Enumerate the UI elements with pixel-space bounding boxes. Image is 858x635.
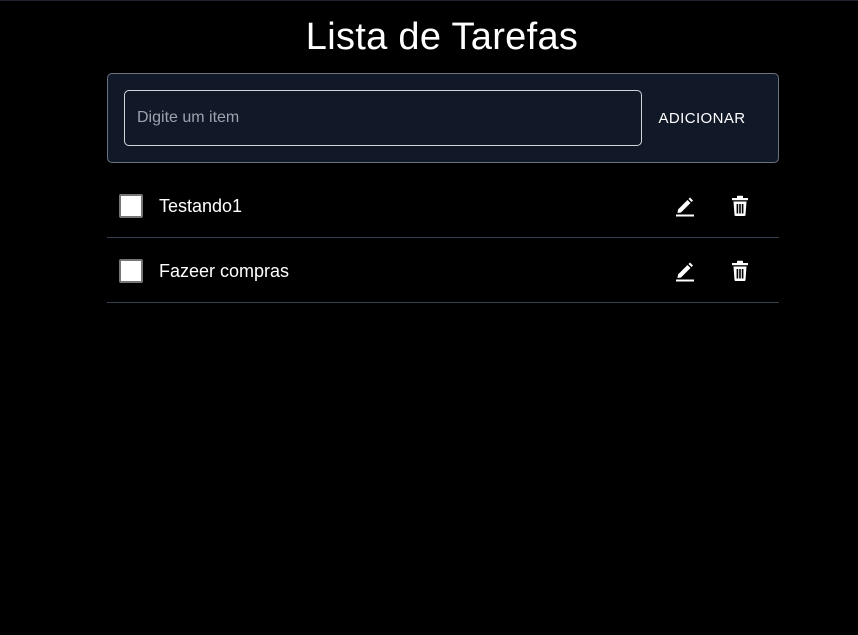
delete-button[interactable] <box>727 193 753 219</box>
task-checkbox[interactable] <box>119 194 143 218</box>
trash-icon <box>732 195 748 216</box>
trash-icon <box>732 260 748 281</box>
pencil-icon <box>676 262 694 282</box>
edit-button[interactable] <box>672 258 698 284</box>
new-item-input[interactable] <box>124 90 642 146</box>
page: Lista de Tarefas ADICIONAR Testando1 <box>0 0 858 635</box>
task-checkbox[interactable] <box>119 259 143 283</box>
task-label: Fazeer compras <box>159 261 290 281</box>
add-item-form: ADICIONAR <box>107 73 779 163</box>
edit-button[interactable] <box>672 193 698 219</box>
task-row: Fazeer compras <box>107 238 779 303</box>
pencil-icon <box>676 197 694 217</box>
page-title: Lista de Tarefas <box>305 16 579 58</box>
add-button[interactable]: ADICIONAR <box>648 99 756 137</box>
task-row: Testando1 <box>107 173 779 238</box>
task-list: Testando1 Fazeer compras <box>107 173 779 303</box>
delete-button[interactable] <box>727 258 753 284</box>
task-label: Testando1 <box>159 196 243 216</box>
